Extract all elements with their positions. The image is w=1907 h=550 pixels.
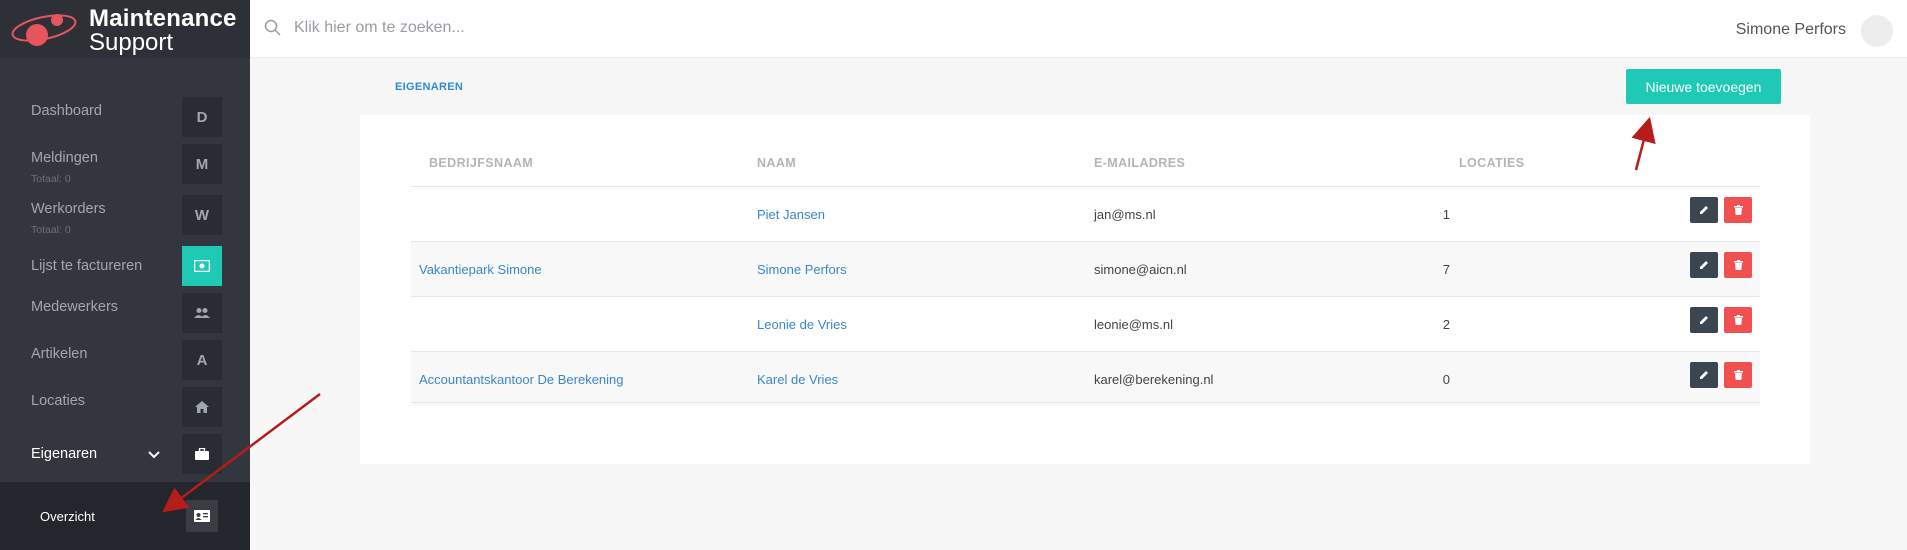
delete-button[interactable]	[1724, 362, 1752, 388]
meldingen-letter-icon: M	[182, 144, 222, 184]
company-cell[interactable]: Vakantiepark Simone	[419, 262, 542, 277]
sidebar-item-label: Meldingen	[31, 150, 98, 166]
locations-cell: 7	[1442, 262, 1450, 277]
werkorders-letter-icon: W	[182, 195, 222, 235]
pencil-icon	[1700, 316, 1708, 324]
trash-icon	[1733, 370, 1743, 380]
table-row: Accountantskantoor De Berekening Karel d…	[411, 352, 1760, 406]
email-cell: simone@aicn.nl	[1094, 262, 1187, 277]
sidebar-item-werkorders[interactable]: Werkorders Totaal: 0 W	[0, 195, 250, 237]
sidebar-item-dashboard[interactable]: Dashboard D	[0, 97, 250, 139]
sidebar-subitem-overzicht[interactable]: Overzicht	[0, 482, 250, 550]
sidebar-subitem-label: Overzicht	[40, 509, 95, 524]
delete-button[interactable]	[1724, 307, 1752, 333]
sidebar-item-count: Totaal: 0	[31, 224, 71, 236]
money-icon	[182, 246, 222, 286]
edit-button[interactable]	[1690, 362, 1718, 388]
dashboard-letter-icon: D	[182, 97, 222, 137]
search-input[interactable]	[294, 14, 894, 42]
sidebar-item-label: Locaties	[31, 393, 86, 409]
add-new-button[interactable]: Nieuwe toevoegen	[1626, 69, 1781, 104]
artikelen-letter-icon: A	[182, 340, 222, 380]
sidebar-item-label: Werkorders	[31, 201, 106, 217]
home-icon	[182, 387, 222, 427]
trash-icon	[1733, 260, 1743, 270]
breadcrumb[interactable]: EIGENAREN	[395, 81, 463, 93]
search-icon	[264, 19, 282, 42]
pencil-icon	[1700, 206, 1708, 214]
chevron-down-icon	[148, 447, 160, 462]
sidebar-item-count: Totaal: 0	[31, 173, 71, 185]
avatar[interactable]	[1861, 15, 1893, 47]
sidebar-item-lijst-te-factureren[interactable]: Lijst te factureren	[0, 246, 250, 286]
column-header-email: E-MAILADRES	[1094, 156, 1186, 170]
column-header-name: NAAM	[757, 156, 797, 170]
sidebar-item-eigenaren[interactable]: Eigenaren	[0, 434, 250, 474]
company-cell[interactable]: Accountantskantoor De Berekening	[419, 372, 624, 387]
sidebar-item-label: Medewerkers	[31, 299, 119, 315]
sidebar-item-meldingen[interactable]: Meldingen Totaal: 0 M	[0, 144, 250, 186]
name-cell[interactable]: Leonie de Vries	[757, 317, 847, 332]
email-cell: leonie@ms.nl	[1094, 317, 1173, 332]
sidebar-item-label: Eigenaren	[31, 446, 98, 462]
pencil-icon	[1700, 261, 1708, 269]
pencil-icon	[1700, 371, 1708, 379]
sidebar-item-medewerkers[interactable]: Medewerkers	[0, 293, 250, 333]
logo-subtitle: Support	[89, 29, 174, 56]
sidebar: Maintenance Support Dashboard D Meldinge…	[0, 0, 250, 550]
table-row: Leonie de Vries leonie@ms.nl 2	[411, 297, 1760, 351]
sidebar-item-label: Dashboard	[31, 103, 102, 119]
sidebar-item-label: Lijst te factureren	[31, 258, 143, 274]
topbar: Simone Perfors	[250, 0, 1907, 58]
delete-button[interactable]	[1724, 252, 1752, 278]
locations-cell: 2	[1442, 317, 1450, 332]
trash-icon	[1733, 315, 1743, 325]
user-name[interactable]: Simone Perfors	[1736, 21, 1846, 39]
logo-icon	[11, 14, 77, 46]
email-cell: jan@ms.nl	[1094, 207, 1156, 222]
table-row: Piet Jansen jan@ms.nl 1	[411, 187, 1760, 241]
column-header-company: BEDRIJFSNAAM	[429, 156, 534, 170]
locations-cell: 1	[1442, 207, 1450, 222]
sidebar-item-locaties[interactable]: Locaties	[0, 387, 250, 427]
name-cell[interactable]: Piet Jansen	[757, 207, 825, 222]
edit-button[interactable]	[1690, 307, 1718, 333]
locations-cell: 0	[1442, 372, 1450, 387]
users-icon	[182, 293, 222, 333]
email-cell: karel@berekening.nl	[1094, 372, 1214, 387]
delete-button[interactable]	[1724, 197, 1752, 223]
column-header-locations: LOCATIES	[1459, 156, 1525, 170]
name-cell[interactable]: Karel de Vries	[757, 372, 838, 387]
edit-button[interactable]	[1690, 197, 1718, 223]
trash-icon	[1733, 205, 1743, 215]
logo[interactable]: Maintenance Support	[0, 0, 250, 58]
row-divider	[411, 402, 1760, 403]
name-cell[interactable]: Simone Perfors	[757, 262, 847, 277]
id-card-icon	[186, 500, 218, 532]
table-row: Vakantiepark Simone Simone Perfors simon…	[411, 242, 1760, 296]
sidebar-item-label: Artikelen	[31, 346, 88, 362]
edit-button[interactable]	[1690, 252, 1718, 278]
sidebar-item-artikelen[interactable]: Artikelen A	[0, 340, 250, 380]
briefcase-icon	[182, 434, 222, 474]
